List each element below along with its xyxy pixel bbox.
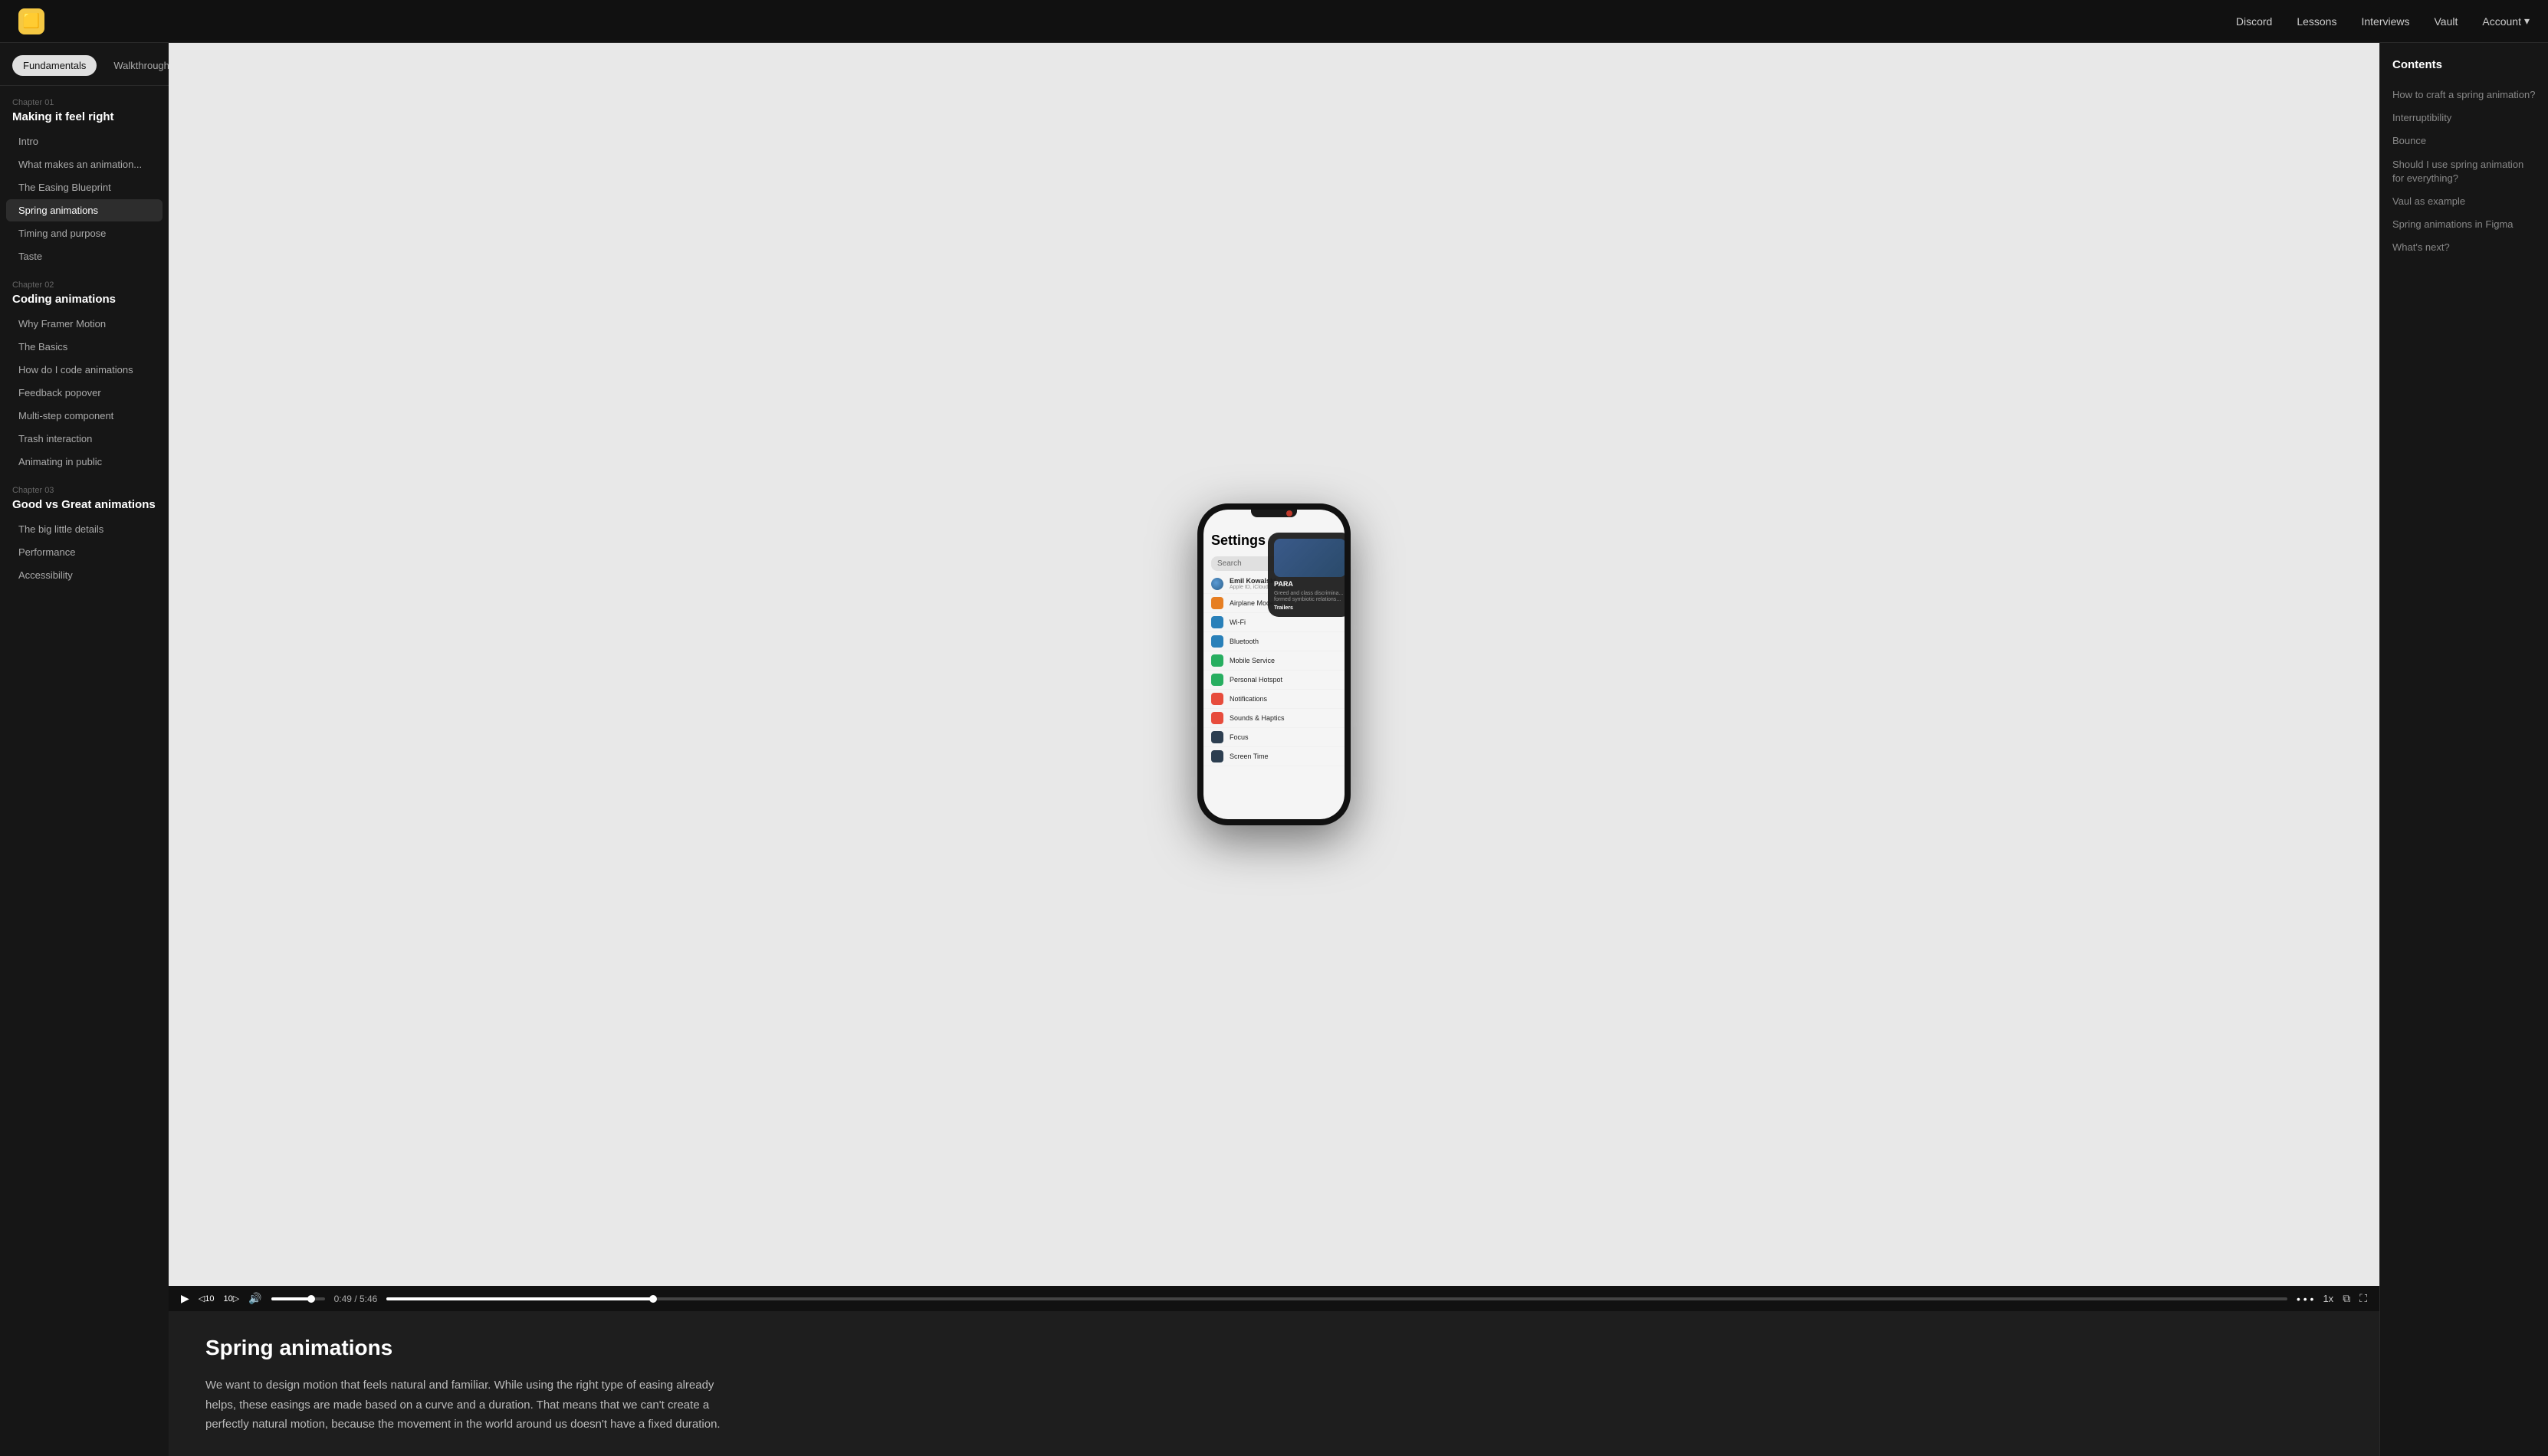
controls-right: • • • 1x ⧉ ⛶ [2297,1292,2367,1305]
toc-item-spring-figma[interactable]: Spring animations in Figma [2392,213,2536,236]
sidebar-item-why-framer[interactable]: Why Framer Motion [6,313,163,335]
toc-item-interruptibility[interactable]: Interruptibility [2392,107,2536,130]
nav-lessons[interactable]: Lessons [2297,15,2336,28]
rewind-button[interactable]: ◁10 [199,1294,215,1304]
sidebar-item-feedback-popover[interactable]: Feedback popover [6,382,163,404]
chapter-02-label: Chapter 02 [0,268,169,293]
nav-links: Discord Lessons Interviews Vault Account… [2236,15,2530,28]
mobile-icon [1211,654,1223,667]
settings-screentime: Screen Time [1203,747,1345,766]
sidebar-item-how-code[interactable]: How do I code animations [6,359,163,381]
chapter-01-label: Chapter 01 [0,86,169,110]
volume-thumb [307,1295,315,1303]
settings-hotspot: Personal Hotspot [1203,671,1345,690]
user-avatar [1211,578,1223,590]
pip-button[interactable]: ⧉ [2343,1292,2350,1305]
video-frame[interactable]: Settings Search Emil Kowalski Apple ID, … [169,43,2379,1286]
progress-thumb [649,1295,657,1303]
chapter-01-title: Making it feel right [0,110,169,130]
article-title: Spring animations [205,1336,745,1360]
toc-item-whats-next[interactable]: What's next? [2392,236,2536,259]
volume-button[interactable]: 🔊 [248,1292,261,1305]
fullscreen-button[interactable]: ⛶ [2359,1292,2367,1305]
more-options-icon: • • • [2297,1293,2313,1305]
settings-sounds: Sounds & Haptics [1203,709,1345,728]
center-content: Settings Search Emil Kowalski Apple ID, … [169,43,2379,1456]
nav-vault[interactable]: Vault [2435,15,2458,28]
sidebar-item-timing-purpose[interactable]: Timing and purpose [6,222,163,244]
bluetooth-icon [1211,635,1223,648]
forward-button[interactable]: 10▷ [223,1294,239,1304]
chapter-02: Chapter 02 Coding animations Why Framer … [0,268,169,473]
more-options-button[interactable]: • • • [2297,1293,2313,1305]
account-menu[interactable]: Account ▾ [2482,15,2530,28]
sidebar-item-animating-public[interactable]: Animating in public [6,451,163,473]
sidebar-item-taste[interactable]: Taste [6,245,163,267]
article-content: Spring animations We want to design moti… [169,1311,782,1456]
top-navigation: 🟨 Discord Lessons Interviews Vault Accou… [0,0,2548,43]
chapter-03-title: Good vs Great animations [0,498,169,517]
speed-button[interactable]: 1x [2323,1293,2333,1304]
sidebar-item-easing-blueprint[interactable]: The Easing Blueprint [6,176,163,198]
volume-slider[interactable] [271,1297,325,1300]
sidebar-item-what-makes[interactable]: What makes an animation... [6,153,163,175]
settings-notifications: Notifications [1203,690,1345,709]
time-display: 0:49 / 5:46 [334,1294,378,1304]
airplane-icon [1211,597,1223,609]
sidebar-item-big-little[interactable]: The big little details [6,518,163,540]
tab-fundamentals[interactable]: Fundamentals [12,55,97,76]
play-button[interactable]: ▶ [181,1292,189,1305]
chapter-02-title: Coding animations [0,293,169,312]
toc-sidebar: Contents How to craft a spring animation… [2379,43,2548,1456]
video-container: Settings Search Emil Kowalski Apple ID, … [169,43,2379,1311]
settings-focus: Focus [1203,728,1345,747]
nav-interviews[interactable]: Interviews [2361,15,2409,28]
tab-walkthroughs[interactable]: Walkthroughs [103,55,169,76]
sidebar-item-basics[interactable]: The Basics [6,336,163,358]
nav-discord[interactable]: Discord [2236,15,2272,28]
settings-mobile: Mobile Service [1203,651,1345,671]
fullscreen-icon: ⛶ [2359,1292,2367,1304]
hotspot-icon [1211,674,1223,686]
progress-bar[interactable] [386,1297,2287,1300]
article-body: We want to design motion that feels natu… [205,1376,745,1435]
forward-icon: 10▷ [223,1294,239,1304]
chevron-down-icon: ▾ [2524,15,2530,28]
toc-item-use-spring[interactable]: Should I use spring animation for everyt… [2392,153,2536,190]
toc-item-vaul[interactable]: Vaul as example [2392,190,2536,213]
phone-mockup: Settings Search Emil Kowalski Apple ID, … [1197,503,1351,825]
camera-dot [1286,510,1292,516]
app-logo[interactable]: 🟨 [18,8,44,34]
sidebar-item-intro[interactable]: Intro [6,130,163,152]
sidebar-item-spring-animations[interactable]: Spring animations [6,199,163,221]
tab-bar: Fundamentals Walkthroughs [0,43,169,86]
chapter-01: Chapter 01 Making it feel right Intro Wh… [0,86,169,267]
sidebar-item-trash[interactable]: Trash interaction [6,428,163,450]
sidebar-item-accessibility[interactable]: Accessibility [6,564,163,586]
toc-item-craft-spring[interactable]: How to craft a spring animation? [2392,84,2536,107]
sidebar-item-multi-step[interactable]: Multi-step component [6,405,163,427]
rewind-icon: ◁10 [199,1294,215,1304]
video-controls: ▶ ◁10 10▷ 🔊 0:49 / 5:46 [169,1286,2379,1311]
sounds-icon [1211,712,1223,724]
phone-notch [1251,510,1297,517]
pip-icon: ⧉ [2343,1292,2350,1304]
volume-icon: 🔊 [248,1292,261,1305]
toc-title: Contents [2392,58,2536,71]
wifi-icon [1211,616,1223,628]
volume-fill [271,1297,312,1300]
chapter-03: Chapter 03 Good vs Great animations The … [0,474,169,586]
left-sidebar: Fundamentals Walkthroughs Chapter 01 Mak… [0,43,169,1456]
overlay-panel: PARA Greed and class discrimina... forme… [1268,533,1351,617]
chapter-03-label: Chapter 03 [0,474,169,498]
toc-item-bounce[interactable]: Bounce [2392,130,2536,152]
main-layout: Fundamentals Walkthroughs Chapter 01 Mak… [0,43,2548,1456]
sidebar-item-performance[interactable]: Performance [6,541,163,563]
notifications-icon [1211,693,1223,705]
screentime-icon [1211,750,1223,762]
progress-fill [386,1297,652,1300]
focus-icon [1211,731,1223,743]
settings-bluetooth: Bluetooth [1203,632,1345,651]
overlay-image [1274,539,1346,577]
